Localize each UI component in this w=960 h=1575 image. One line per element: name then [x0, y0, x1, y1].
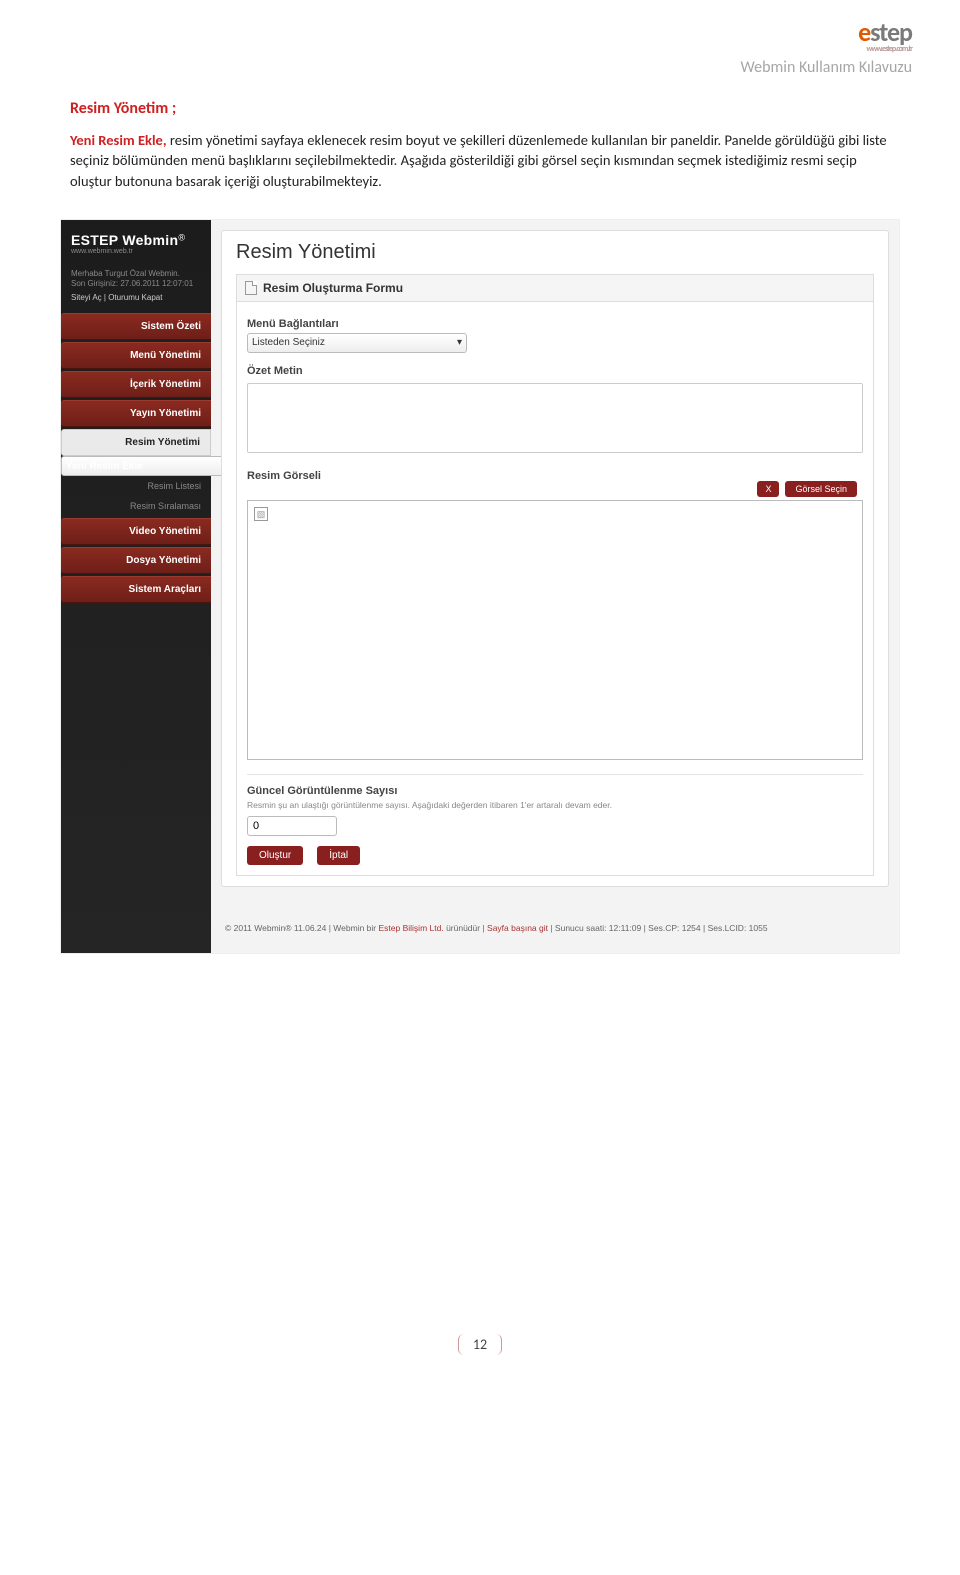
sidebar-item-yayin-yonetimi[interactable]: Yayın Yönetimi: [61, 400, 211, 427]
main-panel: Resim Yönetimi Resim Oluşturma Formu Men…: [221, 230, 889, 887]
footer-part2: ürünüdür |: [444, 923, 487, 933]
footer-link-estep[interactable]: Estep Bilişim Ltd.: [379, 923, 444, 933]
brand-reg: ®: [178, 232, 185, 242]
section-heading: Resim Yönetim ;: [70, 99, 890, 118]
image-placeholder-icon: ▧: [254, 507, 268, 521]
sidebar-sub-resim-siralamasi[interactable]: Resim Sıralaması: [61, 496, 211, 516]
form-panel-body: Menü Bağlantıları Listeden Seçiniz ▾ Öze…: [236, 302, 874, 876]
brand-sub: www.webmin.web.tr: [71, 248, 201, 255]
divider: [247, 774, 863, 775]
select-image-button[interactable]: Görsel Seçin: [785, 481, 857, 497]
welcome-links[interactable]: Siteyi Aç | Oturumu Kapat: [71, 293, 201, 303]
sidebar-item-menu-yonetimi[interactable]: Menü Yönetimi: [61, 342, 211, 369]
page-number-wrap: 12: [0, 1334, 960, 1375]
document-title: Webmin Kullanım Kılavuzu: [0, 58, 912, 77]
remove-image-button[interactable]: X: [757, 481, 779, 497]
create-button[interactable]: Oluştur: [247, 846, 303, 865]
input-goruntulenme[interactable]: [247, 816, 337, 836]
cancel-button[interactable]: İptal: [317, 846, 360, 865]
section-paragraph: Yeni Resim Ekle, resim yönetimi sayfaya …: [70, 130, 890, 191]
label-goruntulenme: Güncel Görüntülenme Sayısı: [247, 785, 863, 797]
app-footer: © 2011 Webmin® 11.06.24 | Webmin bir Est…: [211, 913, 899, 953]
page-title: Resim Yönetimi: [236, 241, 874, 264]
lead-red: Yeni Resim Ekle,: [70, 131, 170, 149]
brand-block: ESTEP Webmin® www.webmin.web.tr: [61, 220, 211, 261]
label-menu-baglantilari: Menü Bağlantıları: [247, 318, 863, 330]
logo-subtext: www.estep.com.tr: [858, 44, 912, 54]
brand-text: ESTEP Webmin: [71, 232, 178, 248]
webmin-screenshot: ESTEP Webmin® www.webmin.web.tr Merhaba …: [60, 219, 900, 954]
sidebar-sub-resim-listesi[interactable]: Resim Listesi: [61, 476, 211, 496]
select-value: Listeden Seçiniz: [252, 337, 325, 348]
document-content: Resim Yönetim ; Yeni Resim Ekle, resim y…: [0, 81, 960, 201]
estep-logo: estep www.estep.com.tr: [858, 16, 912, 54]
footer-part3: | Sunucu saati: 12:11:09 | Ses.CP: 1254 …: [548, 923, 768, 933]
footer-part1: © 2011 Webmin® 11.06.24 | Webmin bir: [225, 923, 379, 933]
image-toolbar: X Görsel Seçin: [757, 481, 857, 497]
form-panel-title: Resim Oluşturma Formu: [263, 281, 403, 295]
sidebar-item-video-yonetimi[interactable]: Video Yönetimi: [61, 518, 211, 545]
form-doc-icon: [245, 281, 257, 295]
footer-link-top[interactable]: Sayfa başına git: [487, 923, 548, 933]
form-actions: Oluştur İptal: [247, 846, 863, 865]
sidebar-item-sistem-ozeti[interactable]: Sistem Özeti: [61, 313, 211, 340]
sidebar-item-resim-yonetimi[interactable]: Resim Yönetimi: [61, 429, 211, 456]
body-text: resim yönetimi sayfaya eklenecek resim b…: [70, 131, 887, 190]
select-menu-baglantilari[interactable]: Listeden Seçiniz ▾: [247, 333, 467, 353]
document-header: estep www.estep.com.tr Webmin Kullanım K…: [0, 0, 960, 81]
page-number: 12: [458, 1334, 502, 1355]
sidebar-item-icerik-yonetimi[interactable]: İçerik Yönetimi: [61, 371, 211, 398]
welcome-line2: Son Girişiniz: 27.06.2011 12:07:01: [71, 279, 201, 289]
label-ozet-metin: Özet Metin: [247, 365, 863, 377]
textarea-ozet-metin[interactable]: [247, 383, 863, 453]
welcome-line1: Merhaba Turgut Özal Webmin.: [71, 269, 201, 279]
sidebar-item-dosya-yonetimi[interactable]: Dosya Yönetimi: [61, 547, 211, 574]
sidebar-item-sistem-araclari[interactable]: Sistem Araçları: [61, 576, 211, 603]
hint-goruntulenme: Resmin şu an ulaştığı görüntülenme sayıs…: [247, 800, 863, 810]
sidebar: ESTEP Webmin® www.webmin.web.tr Merhaba …: [61, 220, 211, 953]
welcome-block: Merhaba Turgut Özal Webmin. Son Girişini…: [61, 261, 211, 311]
form-panel-header: Resim Oluşturma Formu: [236, 274, 874, 302]
image-preview-box: ▧: [247, 500, 863, 760]
chevron-down-icon: ▾: [457, 337, 462, 348]
